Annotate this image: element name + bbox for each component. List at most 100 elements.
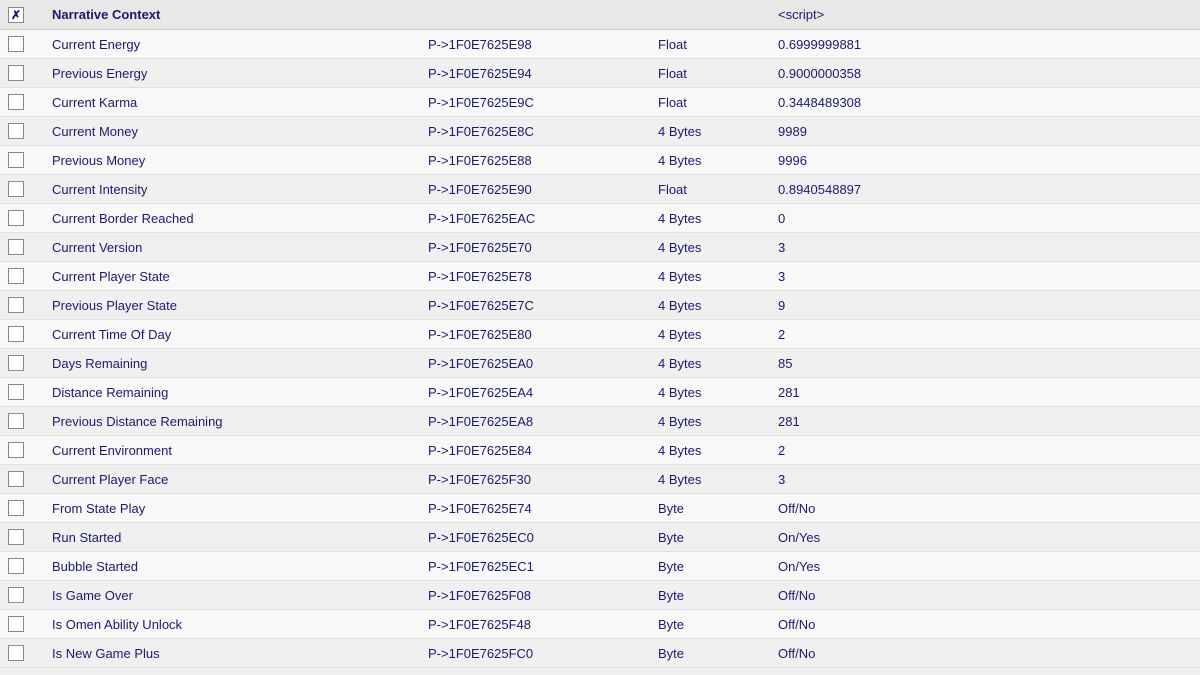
row-name: Current Energy	[48, 37, 428, 52]
row-value: 3	[778, 269, 1200, 284]
row-check-col	[8, 587, 48, 603]
table-row: Bubble Started P->1F0E7625EC1 Byte On/Ye…	[0, 552, 1200, 581]
row-check-col	[8, 326, 48, 342]
row-name: Current Player Face	[48, 472, 428, 487]
row-checkbox[interactable]	[8, 297, 24, 313]
row-value: 3	[778, 472, 1200, 487]
row-checkbox[interactable]	[8, 355, 24, 371]
row-check-col	[8, 442, 48, 458]
table-row: Previous Player State P->1F0E7625E7C 4 B…	[0, 291, 1200, 320]
table-row: Current Intensity P->1F0E7625E90 Float 0…	[0, 175, 1200, 204]
row-checkbox[interactable]	[8, 616, 24, 632]
table-row: From State Play P->1F0E7625E74 Byte Off/…	[0, 494, 1200, 523]
row-value: Off/No	[778, 646, 1200, 661]
row-address: P->1F0E7625E70	[428, 240, 658, 255]
row-check-col	[8, 152, 48, 168]
row-checkbox[interactable]	[8, 65, 24, 81]
row-checkbox[interactable]	[8, 471, 24, 487]
row-address: P->1F0E7625E9C	[428, 95, 658, 110]
row-checkbox[interactable]	[8, 36, 24, 52]
table-row: Current Border Reached P->1F0E7625EAC 4 …	[0, 204, 1200, 233]
row-address: P->1F0E7625EA8	[428, 414, 658, 429]
row-check-col	[8, 645, 48, 661]
row-name: Is Game Over	[48, 588, 428, 603]
row-type: 4 Bytes	[658, 153, 778, 168]
row-checkbox[interactable]	[8, 645, 24, 661]
row-name: Current Time Of Day	[48, 327, 428, 342]
row-check-col	[8, 94, 48, 110]
row-value: 0.8940548897	[778, 182, 1200, 197]
row-name: Current Environment	[48, 443, 428, 458]
row-checkbox[interactable]	[8, 587, 24, 603]
row-name: Previous Money	[48, 153, 428, 168]
row-value: 2	[778, 327, 1200, 342]
row-checkbox[interactable]	[8, 413, 24, 429]
row-type: 4 Bytes	[658, 240, 778, 255]
table-row: Is Game Over P->1F0E7625F08 Byte Off/No	[0, 581, 1200, 610]
row-checkbox[interactable]	[8, 442, 24, 458]
row-check-col	[8, 558, 48, 574]
row-name: Is Omen Ability Unlock	[48, 617, 428, 632]
row-address: P->1F0E7625E98	[428, 37, 658, 52]
row-address: P->1F0E7625E88	[428, 153, 658, 168]
header-row: Narrative Context <script>	[0, 0, 1200, 30]
table-row: Previous Money P->1F0E7625E88 4 Bytes 99…	[0, 146, 1200, 175]
row-checkbox[interactable]	[8, 123, 24, 139]
row-check-col	[8, 181, 48, 197]
table-row: Current Environment P->1F0E7625E84 4 Byt…	[0, 436, 1200, 465]
row-name: Distance Remaining	[48, 385, 428, 400]
row-address: P->1F0E7625E78	[428, 269, 658, 284]
row-address: P->1F0E7625E7C	[428, 298, 658, 313]
row-checkbox[interactable]	[8, 529, 24, 545]
header-value-col: <script>	[778, 7, 1200, 22]
row-check-col	[8, 297, 48, 313]
header-name-label: Narrative Context	[52, 7, 160, 22]
row-address: P->1F0E7625EAC	[428, 211, 658, 226]
row-checkbox[interactable]	[8, 268, 24, 284]
row-checkbox[interactable]	[8, 384, 24, 400]
table-row: Current Energy P->1F0E7625E98 Float 0.69…	[0, 30, 1200, 59]
row-name: Previous Player State	[48, 298, 428, 313]
row-address: P->1F0E7625EC0	[428, 530, 658, 545]
row-check-col	[8, 616, 48, 632]
row-checkbox[interactable]	[8, 558, 24, 574]
row-value: 0	[778, 211, 1200, 226]
row-name: Previous Energy	[48, 66, 428, 81]
row-checkbox[interactable]	[8, 210, 24, 226]
row-type: Byte	[658, 559, 778, 574]
table-row: Current Money P->1F0E7625E8C 4 Bytes 998…	[0, 117, 1200, 146]
table-row: Current Karma P->1F0E7625E9C Float 0.344…	[0, 88, 1200, 117]
row-address: P->1F0E7625E90	[428, 182, 658, 197]
row-type: 4 Bytes	[658, 356, 778, 371]
table-row: Is New Game Plus P->1F0E7625FC0 Byte Off…	[0, 639, 1200, 668]
row-type: Byte	[658, 501, 778, 516]
row-checkbox[interactable]	[8, 94, 24, 110]
row-name: Run Started	[48, 530, 428, 545]
row-value: 0.9000000358	[778, 66, 1200, 81]
row-checkbox[interactable]	[8, 152, 24, 168]
row-type: Byte	[658, 617, 778, 632]
row-checkbox[interactable]	[8, 500, 24, 516]
row-check-col	[8, 268, 48, 284]
row-type: Byte	[658, 588, 778, 603]
row-name: Current Player State	[48, 269, 428, 284]
row-name: Bubble Started	[48, 559, 428, 574]
header-script-label: <script>	[778, 7, 840, 22]
row-type: Byte	[658, 530, 778, 545]
row-type: 4 Bytes	[658, 298, 778, 313]
row-address: P->1F0E7625EA0	[428, 356, 658, 371]
row-checkbox[interactable]	[8, 326, 24, 342]
row-type: 4 Bytes	[658, 211, 778, 226]
row-type: 4 Bytes	[658, 385, 778, 400]
row-value: On/Yes	[778, 530, 1200, 545]
row-name: Current Version	[48, 240, 428, 255]
table-row: Previous Distance Remaining P->1F0E7625E…	[0, 407, 1200, 436]
table-row: Days Remaining P->1F0E7625EA0 4 Bytes 85	[0, 349, 1200, 378]
row-checkbox[interactable]	[8, 181, 24, 197]
row-value: 0.6999999881	[778, 37, 1200, 52]
row-address: P->1F0E7625F30	[428, 472, 658, 487]
header-checkbox[interactable]	[8, 7, 24, 23]
table-row: Current Version P->1F0E7625E70 4 Bytes 3	[0, 233, 1200, 262]
row-checkbox[interactable]	[8, 239, 24, 255]
row-name: Current Border Reached	[48, 211, 428, 226]
